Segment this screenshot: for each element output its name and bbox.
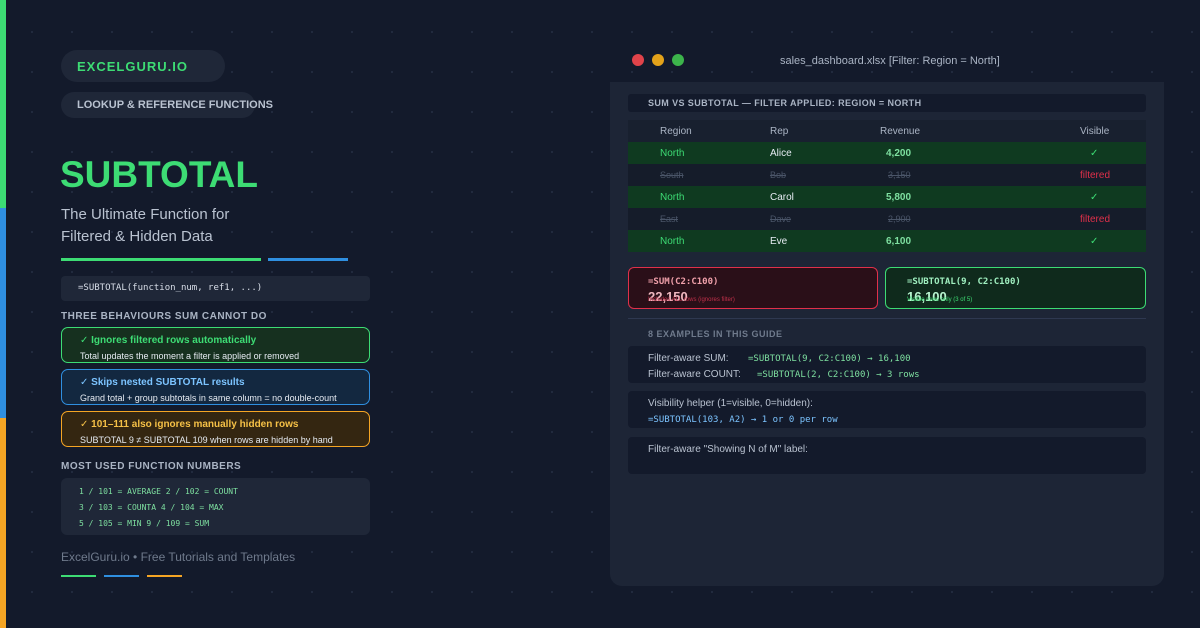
- behaviour-desc-hidden: SUBTOTAL 9 ≠ SUBTOTAL 109 when rows are …: [80, 435, 333, 445]
- function-numbers-line: 5 / 105 = MIN 9 / 109 = SUM: [79, 519, 210, 528]
- hero-title: SUBTOTAL: [60, 154, 259, 195]
- cell-rep: Eve: [770, 236, 788, 247]
- example-label-showing: Filter-aware "Showing N of M" label:: [648, 444, 808, 455]
- cell-region: North: [660, 148, 685, 159]
- hero-underline-green: [61, 258, 261, 261]
- example-label-sum: Filter-aware SUM:: [648, 353, 729, 364]
- window-title: sales_dashboard.xlsx [Filter: Region = N…: [780, 55, 1000, 67]
- brand-name: EXCELGURU.IO: [77, 59, 188, 74]
- function-numbers-line: 1 / 101 = AVERAGE 2 / 102 = COUNT: [79, 487, 238, 496]
- behaviour-desc-nested: Grand total + group subtotals in same co…: [80, 393, 337, 403]
- column-header-revenue: Revenue: [880, 126, 921, 137]
- accent-stripe-green: [0, 0, 6, 208]
- footer-dash-orange: [147, 575, 182, 577]
- example-formula-sum: =SUBTOTAL(9, C2:C100) → 16,100: [748, 354, 911, 364]
- examples-label: 8 EXAMPLES IN THIS GUIDE: [648, 329, 783, 339]
- behaviour-card-nested: ✓ Skips nested SUBTOTAL results Grand to…: [61, 369, 370, 405]
- window-close-button[interactable]: [632, 54, 644, 66]
- cell-revenue: 5,800: [886, 192, 912, 203]
- hero-subtitle-line2: Filtered & Hidden Data: [61, 228, 213, 245]
- cell-rep: Carol: [770, 192, 794, 203]
- subtotal-note: Visible rows only (3 of 5): [907, 297, 973, 303]
- category-label: LOOKUP & REFERENCE FUNCTIONS: [77, 99, 273, 111]
- section-divider: [628, 318, 1146, 319]
- column-header-region: Region: [660, 126, 692, 137]
- cell-region: East: [660, 214, 679, 224]
- table-row[interactable]: North Carol 5,800 ✓: [628, 186, 1146, 208]
- cell-revenue: 6,100: [886, 236, 912, 247]
- subtotal-formula: =SUBTOTAL(9, C2:C100): [907, 277, 1021, 287]
- function-numbers-line: 3 / 103 = COUNTA 4 / 104 = MAX: [79, 503, 224, 512]
- table-row[interactable]: East Dave 2,900 filtered: [628, 208, 1146, 230]
- section-label-bar: SUM VS SUBTOTAL — FILTER APPLIED: REGION…: [628, 94, 1146, 112]
- category-pill: LOOKUP & REFERENCE FUNCTIONS: [61, 92, 273, 118]
- behaviour-card-filtered: ✓ Ignores filtered rows automatically To…: [61, 327, 370, 363]
- cell-revenue: 2,900: [888, 214, 911, 224]
- cell-visible: ✓: [1090, 236, 1099, 247]
- example-formula-visibility: =SUBTOTAL(103, A2) → 1 or 0 per row: [648, 415, 838, 425]
- cell-visible: filtered: [1080, 214, 1111, 225]
- column-header-rep: Rep: [770, 126, 789, 137]
- behaviour-title-hidden: ✓ 101–111 also ignores manually hidden r…: [80, 419, 299, 430]
- example-label-visibility: Visibility helper (1=visible, 0=hidden):: [648, 398, 813, 409]
- example-box-visibility: Visibility helper (1=visible, 0=hidden):…: [628, 391, 1146, 428]
- cell-rep: Alice: [770, 148, 792, 159]
- footer-dash-green: [61, 575, 96, 577]
- example-label-count: Filter-aware COUNT:: [648, 369, 741, 380]
- brand-pill: EXCELGURU.IO: [61, 50, 225, 82]
- subtotal-result-card: =SUBTOTAL(9, C2:C100) 16,100 Visible row…: [885, 267, 1146, 309]
- window-maximize-button[interactable]: [672, 54, 684, 66]
- behaviour-title-filtered: ✓ Ignores filtered rows automatically: [80, 335, 257, 346]
- syntax-box: =SUBTOTAL(function_num, ref1, ...): [61, 276, 370, 301]
- accent-stripe-orange: [0, 418, 6, 628]
- sum-formula: =SUM(C2:C100): [648, 277, 719, 287]
- sum-result-card: =SUM(C2:C100) 22,150 Includes ALL rows (…: [628, 267, 878, 309]
- cell-visible: ✓: [1090, 192, 1099, 203]
- behaviour-title-nested: ✓ Skips nested SUBTOTAL results: [80, 377, 245, 388]
- cell-revenue: 3,150: [888, 170, 911, 180]
- column-header-visible: Visible: [1080, 126, 1110, 137]
- cell-rep: Bob: [770, 170, 787, 180]
- cell-rep: Dave: [770, 214, 792, 224]
- example-box-showing-label: Filter-aware "Showing N of M" label:: [628, 437, 1146, 474]
- cell-region: North: [660, 192, 685, 203]
- example-box-sum-count: Filter-aware SUM: =SUBTOTAL(9, C2:C100) …: [628, 346, 1146, 383]
- function-numbers-heading: MOST USED FUNCTION NUMBERS: [61, 461, 242, 472]
- example-formula-count: =SUBTOTAL(2, C2:C100) → 3 rows: [757, 370, 920, 380]
- cell-revenue: 4,200: [886, 148, 912, 159]
- footer-dash-blue: [104, 575, 139, 577]
- hero-subtitle-line1: The Ultimate Function for: [61, 206, 230, 223]
- table-header-row: Region Rep Revenue Visible: [628, 120, 1146, 142]
- cell-visible: ✓: [1090, 148, 1099, 159]
- cell-visible: filtered: [1080, 170, 1111, 181]
- accent-stripe-blue: [0, 208, 6, 418]
- hero-underline-blue: [268, 258, 348, 261]
- table-row[interactable]: North Eve 6,100 ✓: [628, 230, 1146, 252]
- syntax-text: =SUBTOTAL(function_num, ref1, ...): [78, 283, 263, 293]
- footer-text: ExcelGuru.io • Free Tutorials and Templa…: [61, 550, 296, 564]
- behaviour-card-hidden: ✓ 101–111 also ignores manually hidden r…: [61, 411, 370, 447]
- behaviour-desc-filtered: Total updates the moment a filter is app…: [80, 351, 300, 361]
- section-label: SUM VS SUBTOTAL — FILTER APPLIED: REGION…: [648, 98, 922, 108]
- sum-note: Includes ALL rows (ignores filter): [648, 297, 735, 303]
- cell-region: North: [660, 236, 685, 247]
- cell-region: South: [660, 170, 684, 180]
- function-numbers-box: 1 / 101 = AVERAGE 2 / 102 = COUNT 3 / 10…: [61, 478, 370, 535]
- table-row[interactable]: North Alice 4,200 ✓: [628, 142, 1146, 164]
- table-row[interactable]: South Bob 3,150 filtered: [628, 164, 1146, 186]
- window-minimize-button[interactable]: [652, 54, 664, 66]
- behaviours-heading: THREE BEHAVIOURS SUM CANNOT DO: [61, 311, 267, 322]
